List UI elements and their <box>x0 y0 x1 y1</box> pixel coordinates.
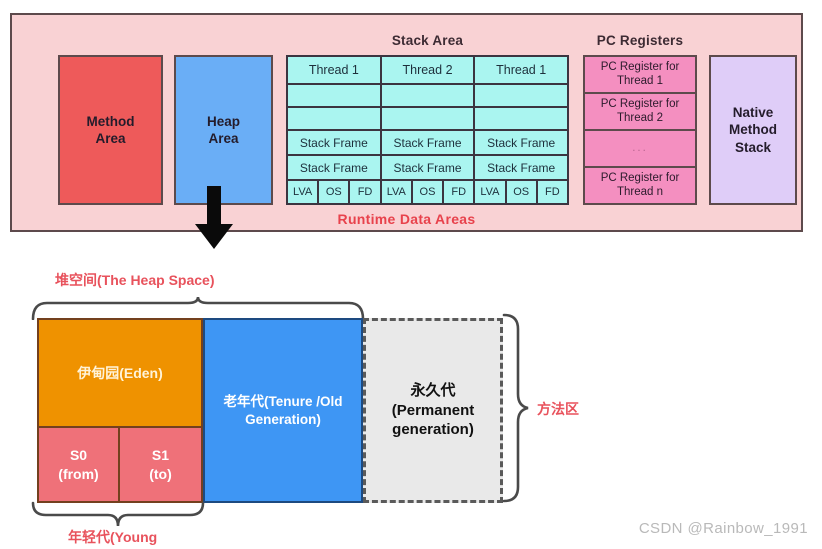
stack-frame-parts-row: LVA OS FD <box>381 179 474 203</box>
stack-area-title: Stack Area <box>391 33 464 48</box>
thread-column: Thread 1 Stack Frame Stack Frame LVA OS … <box>288 57 380 203</box>
eden-label: 伊甸园(Eden) <box>77 364 163 381</box>
s0-label-line1: S0 <box>69 447 88 464</box>
thread-header: Thread 1 <box>288 57 380 83</box>
native-method-stack-label-line2: Method <box>729 122 777 138</box>
stack-frame-cell: Stack Frame <box>288 154 380 179</box>
stack-frame-parts-row: LVA OS FD <box>475 179 568 203</box>
s0-label-line2: (from) <box>58 465 99 482</box>
old-generation-block: 老年代(Tenure /Old Generation) <box>203 318 363 503</box>
stack-frame-parts-row: LVA OS FD <box>288 179 380 203</box>
runtime-data-areas-panel: Stack Area PC Registers Method Area Heap… <box>10 13 803 232</box>
method-area-box: Method Area <box>58 55 163 205</box>
young-generation-label: 年轻代(Young <box>68 529 158 545</box>
stack-frame-cell: Stack Frame <box>288 129 380 154</box>
thread-blank-row <box>475 83 568 106</box>
stack-frame-cell: Stack Frame <box>475 154 568 179</box>
eden-block: 伊甸园(Eden) <box>37 318 203 428</box>
stack-frame-cell: Stack Frame <box>381 154 474 179</box>
pc-registers-grid: PC Register for Thread 1 PC Register for… <box>583 55 697 205</box>
permanent-generation-block: 永久代 (Permanent generation) <box>363 318 503 503</box>
os-cell: OS <box>504 181 536 203</box>
young-generation-brace <box>31 501 205 527</box>
old-generation-label-line2: Generation) <box>245 411 321 427</box>
s1-label-line2: (to) <box>149 465 172 482</box>
thread-blank-row <box>381 83 474 106</box>
heap-area-label-line2: Area <box>208 131 239 146</box>
heap-space-brace <box>31 296 365 320</box>
pc-register-row: PC Register for Thread n <box>585 166 695 203</box>
lva-cell: LVA <box>288 181 318 203</box>
down-arrow-icon <box>195 186 233 249</box>
thread-blank-row <box>288 106 380 129</box>
method-area-label-line2: Area <box>95 131 126 146</box>
permanent-generation-label-line2: (Permanent <box>391 401 475 419</box>
method-area-label-line1: Method <box>86 113 135 129</box>
thread-column: Thread 2 Stack Frame Stack Frame LVA OS … <box>379 57 474 203</box>
s1-label-line1: S1 <box>151 447 170 464</box>
fd-cell: FD <box>535 181 567 203</box>
stack-area-grid: Thread 1 Stack Frame Stack Frame LVA OS … <box>286 55 569 205</box>
method-area-brace <box>502 313 529 503</box>
native-method-stack-label-line1: Native <box>732 105 774 121</box>
heap-area-box: Heap Area <box>174 55 273 205</box>
heap-space-label: 堆空间(The Heap Space) <box>55 272 215 288</box>
permanent-generation-label-line1: 永久代 <box>410 382 456 400</box>
thread-blank-row <box>288 83 380 106</box>
survivor-s1-block: S1 (to) <box>120 428 203 503</box>
stack-frame-cell: Stack Frame <box>475 129 568 154</box>
thread-column: Thread 1 Stack Frame Stack Frame LVA OS … <box>473 57 568 203</box>
watermark-text: CSDN @Rainbow_1991 <box>638 520 808 537</box>
os-cell: OS <box>410 181 443 203</box>
native-method-stack-label-line3: Stack <box>734 139 772 155</box>
lva-cell: LVA <box>475 181 505 203</box>
runtime-data-areas-caption: Runtime Data Areas <box>337 211 476 227</box>
pc-registers-title: PC Registers <box>596 33 684 48</box>
native-method-stack-box: Native Method Stack <box>709 55 797 205</box>
pc-register-row: PC Register for Thread 2 <box>585 92 695 129</box>
pc-register-row-ellipsis: ... <box>585 129 695 166</box>
method-area-bracket-label: 方法区 <box>537 401 579 417</box>
fd-cell: FD <box>442 181 474 203</box>
stack-frame-cell: Stack Frame <box>381 129 474 154</box>
os-cell: OS <box>317 181 349 203</box>
thread-header: Thread 2 <box>381 57 474 83</box>
lva-cell: LVA <box>381 181 411 203</box>
pc-register-row: PC Register for Thread 1 <box>585 57 695 92</box>
thread-blank-row <box>381 106 474 129</box>
fd-cell: FD <box>348 181 380 203</box>
survivor-s0-block: S0 (from) <box>37 428 120 503</box>
thread-blank-row <box>475 106 568 129</box>
heap-area-label-line1: Heap <box>206 113 240 129</box>
permanent-generation-label-line3: generation) <box>392 421 474 439</box>
thread-header: Thread 1 <box>475 57 568 83</box>
old-generation-label-line1: 老年代(Tenure /Old <box>223 393 343 409</box>
